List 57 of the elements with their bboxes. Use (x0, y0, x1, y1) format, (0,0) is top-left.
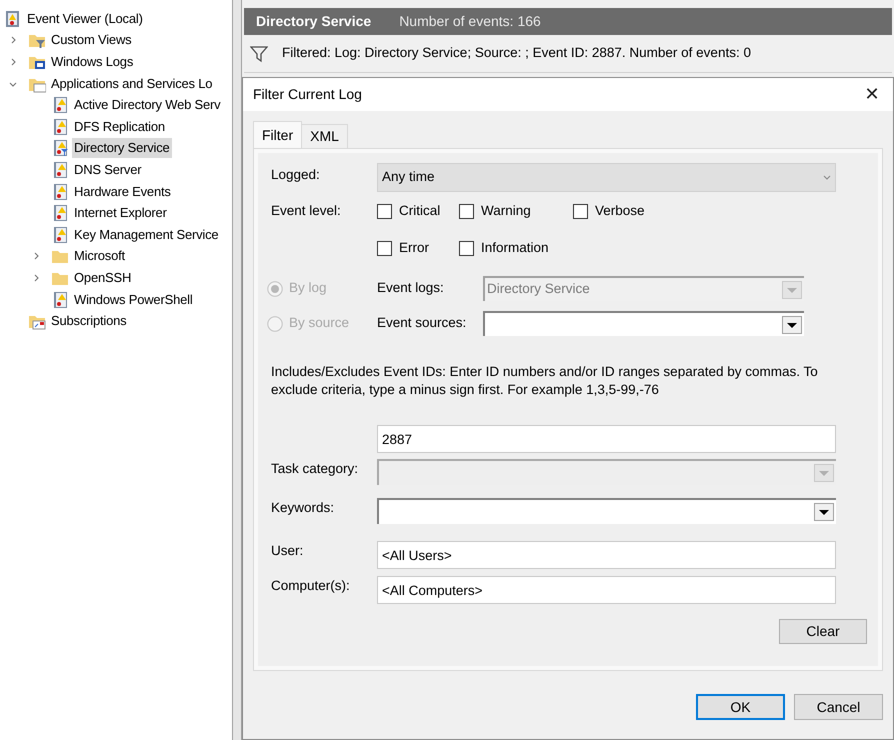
event-log-icon (4, 10, 22, 28)
checkbox[interactable]: Critical (377, 201, 459, 222)
pane-title: Directory Service (256, 12, 372, 31)
tree-item[interactable]: Subscriptions (49, 311, 128, 332)
dialog-button[interactable]: OK (696, 694, 785, 720)
dropdown[interactable] (483, 311, 804, 336)
checkbox[interactable]: Verbose (573, 201, 645, 222)
log-icon (51, 160, 69, 179)
dialog-button[interactable]: Cancel (794, 694, 883, 720)
tab[interactable]: XML (302, 124, 348, 148)
filter-icon (250, 44, 268, 62)
event-count: Number of events: 166 (399, 12, 541, 31)
tree-item[interactable]: Microsoft (72, 246, 127, 266)
tree-item[interactable]: Custom Views (49, 30, 134, 50)
pane-splitter[interactable] (232, 0, 242, 740)
log-icon (51, 182, 69, 201)
checkbox[interactable]: Error (377, 238, 459, 258)
field-label: Logged: (271, 166, 321, 184)
tree-item[interactable]: Hardware Events (72, 182, 173, 202)
filter-summary: Filtered: Log: Directory Service; Source: ; Event ID: 2887. Number of events: 0 (282, 44, 751, 62)
log-icon (51, 290, 69, 309)
tab[interactable]: Filter (253, 121, 302, 148)
log-icon (51, 139, 69, 158)
close-button[interactable]: ✕ (857, 80, 887, 108)
tree-item[interactable]: DNS Server (72, 160, 144, 180)
tree-item[interactable]: Key Management Service (72, 224, 220, 245)
checkbox[interactable]: Warning (459, 201, 573, 222)
field-label: User: (271, 542, 304, 560)
tree-item[interactable]: OpenSSH (72, 268, 134, 288)
field-label: Keywords: (271, 499, 336, 517)
tree-item[interactable]: Active Directory Web Serv (72, 95, 222, 116)
tree-item[interactable]: Windows Logs (49, 52, 136, 72)
text-field[interactable]: <All Computers> (377, 576, 836, 604)
clear-button[interactable]: Clear (779, 619, 867, 644)
tree-item[interactable]: Windows PowerShell (72, 290, 195, 310)
dropdown[interactable]: Any time (377, 163, 836, 192)
tree-item[interactable]: Directory Service (72, 138, 172, 158)
dropdown[interactable] (377, 498, 836, 524)
field-label: Task category: (271, 460, 360, 478)
checkbox[interactable]: Information (459, 238, 573, 258)
log-icon (51, 226, 69, 244)
dialog-title: Filter Current Log (253, 85, 362, 104)
text-field[interactable]: <All Users> (377, 541, 836, 569)
field-label: Computer(s): (271, 577, 351, 595)
caret-icon (823, 175, 831, 180)
field-label: Event level: (271, 202, 342, 220)
instructions-text: Includes/Excludes Event IDs: Enter ID numbers and/or ID ranges separated by commas. To exclude criteria, type a minus sign first. For example 1,3,5-99,-76 (271, 363, 819, 399)
tree-item[interactable]: Applications and Services Lo (49, 74, 214, 94)
event-id-field[interactable]: 2887 (377, 425, 836, 453)
log-icon (51, 96, 69, 114)
tree-item[interactable]: DFS Replication (72, 116, 167, 137)
field-label: Event logs: (377, 279, 445, 298)
log-icon (51, 204, 69, 222)
log-icon (51, 118, 69, 136)
tree-item[interactable]: Event Viewer (Local) (25, 8, 145, 29)
field-label: Event sources: (377, 314, 468, 332)
tree-item[interactable]: Internet Explorer (72, 203, 169, 224)
